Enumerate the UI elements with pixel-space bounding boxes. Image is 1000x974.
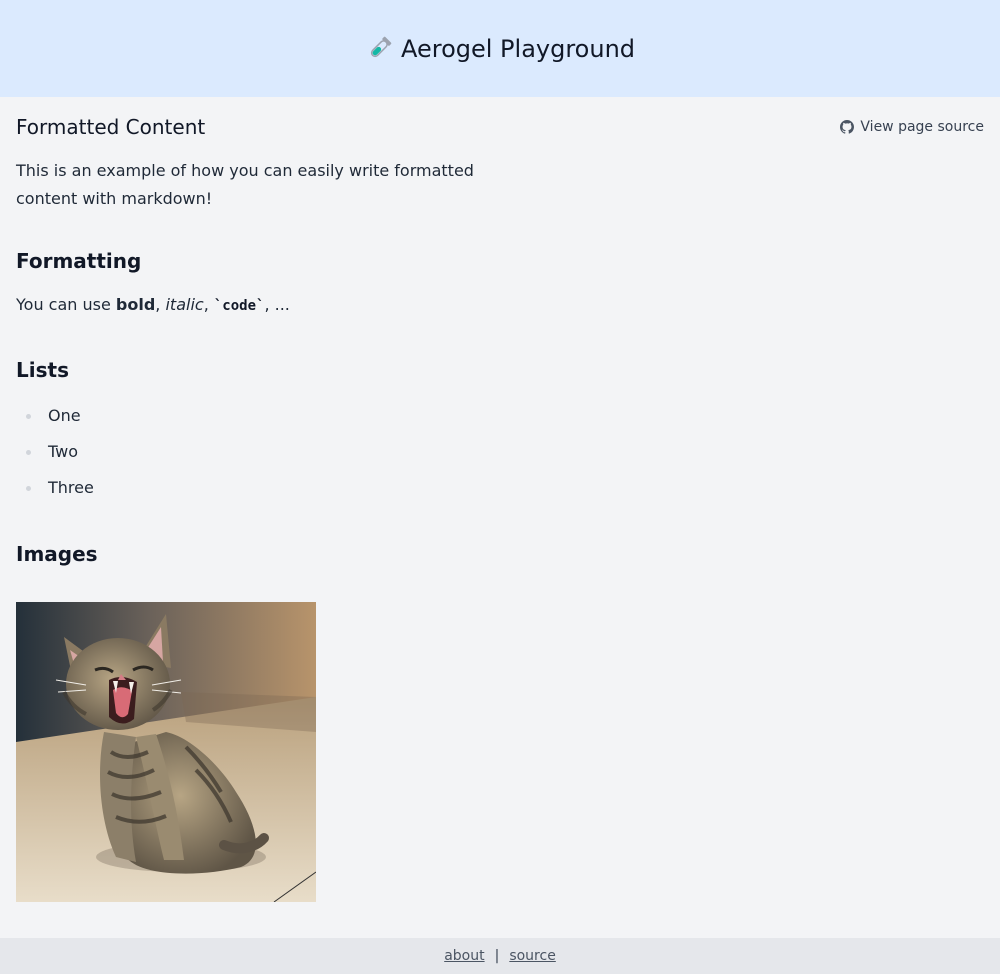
formatting-heading: Formatting <box>16 249 142 273</box>
kitten-image <box>16 602 316 902</box>
about-link[interactable]: about <box>444 948 484 964</box>
lists-heading: Lists <box>16 358 69 382</box>
footer-separator: | <box>494 948 500 964</box>
formatting-suffix: , ... <box>264 295 290 314</box>
site-title-text: Aerogel Playground <box>400 34 636 63</box>
intro-paragraph: This is an example of how you can easily… <box>16 161 474 208</box>
site-title: Aerogel Playground <box>365 35 635 63</box>
formatting-prefix: You can use <box>16 295 116 314</box>
source-link[interactable]: source <box>509 948 556 964</box>
formatting-separator: , <box>155 295 166 314</box>
inline-code: `code` <box>213 298 265 314</box>
markdown-content: This is an example of how you can easily… <box>16 157 536 902</box>
view-page-source-label: View page source <box>860 119 984 135</box>
page-header: Formatted Content View page source <box>16 97 984 139</box>
github-icon <box>840 120 855 134</box>
list-item: Two <box>16 434 536 470</box>
bold-text: bold <box>115 295 156 314</box>
site-footer: about | source <box>0 938 1000 974</box>
site-header: Aerogel Playground <box>0 0 1000 97</box>
page-title: Formatted Content <box>16 115 206 139</box>
test-tube-icon <box>365 35 393 63</box>
bullet-list: One Two Three <box>16 398 536 506</box>
images-heading: Images <box>16 542 98 566</box>
page-content: Formatted Content View page source This … <box>0 97 1000 902</box>
view-page-source-link[interactable]: View page source <box>840 119 984 135</box>
list-item: One <box>16 398 536 434</box>
formatting-separator: , <box>203 295 214 314</box>
italic-text: italic <box>165 295 204 314</box>
formatting-paragraph: You can use bold, italic, `code`, ... <box>16 291 536 320</box>
list-item: Three <box>16 470 536 506</box>
